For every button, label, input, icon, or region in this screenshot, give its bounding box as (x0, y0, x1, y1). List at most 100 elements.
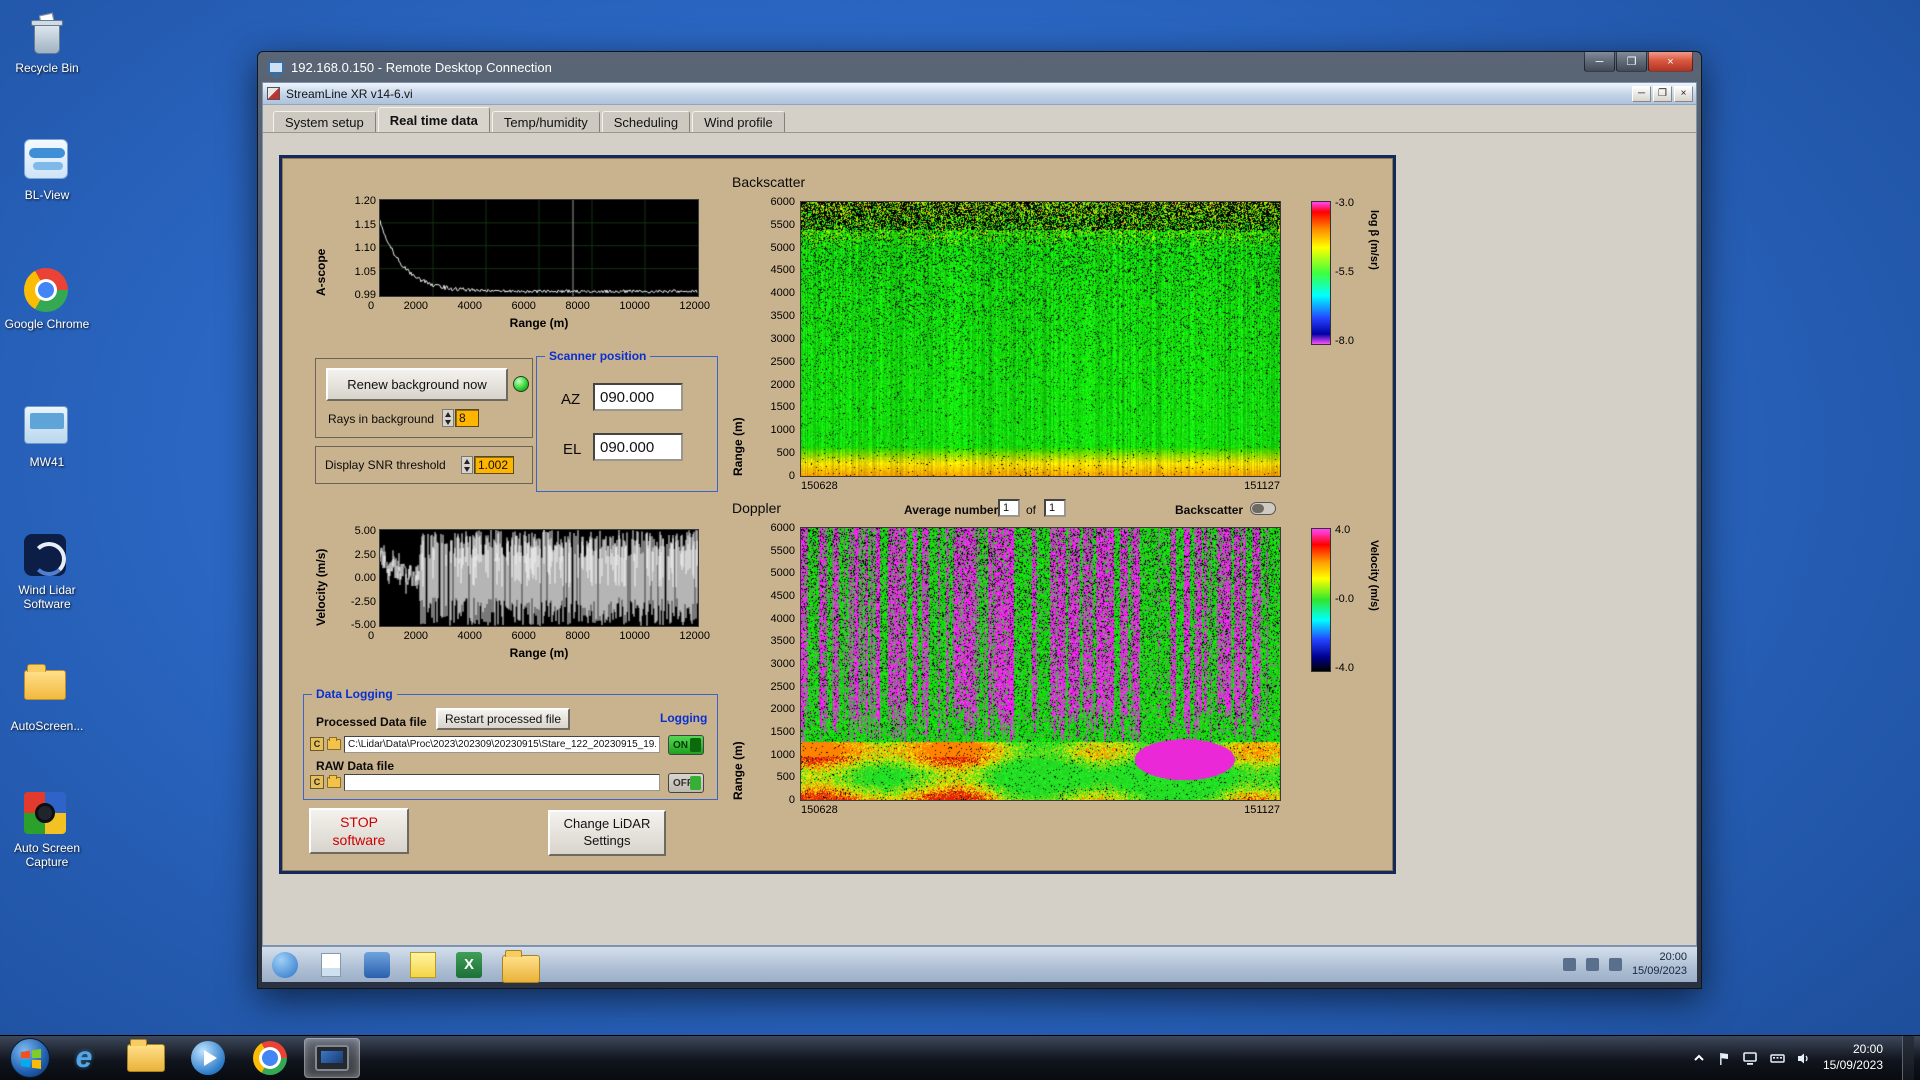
remote-tray-icon[interactable] (1562, 958, 1576, 971)
tab-temp-humidity[interactable]: Temp/humidity (491, 111, 600, 132)
remote-excel-icon[interactable]: X (456, 951, 482, 978)
remote-notes-icon[interactable] (410, 951, 436, 978)
ascope-y-ticks: 1.20 1.15 1.10 1.05 0.99 (336, 195, 376, 301)
taskbar-chrome[interactable] (242, 1038, 298, 1078)
axis-tick-label: 2.50 (354, 548, 376, 561)
el-input[interactable] (593, 433, 683, 461)
axis-tick-label: 5000 (770, 567, 795, 580)
axis-tick-label: 5.00 (354, 525, 376, 537)
tab-real-time-data[interactable]: Real time data (377, 107, 490, 132)
az-input[interactable] (593, 383, 683, 411)
remote-tray-icon[interactable] (1585, 958, 1599, 971)
desktop-icon-wind-lidar-software[interactable]: Wind Lidar Software (2, 532, 92, 612)
axis-tick-label: 10000 (619, 300, 650, 312)
streamline-close-button[interactable]: × (1674, 86, 1693, 102)
browse-folder-icon[interactable] (327, 775, 341, 788)
streamline-window-title: StreamLine XR v14-6.vi (286, 86, 413, 101)
el-label: EL (563, 441, 582, 458)
rdp-minimize-button[interactable]: ─ (1584, 52, 1615, 72)
desktop-icon-autoscreen[interactable]: AutoScreen... (2, 662, 92, 734)
doppler-colorbar (1311, 528, 1331, 672)
raw-path-input[interactable] (344, 774, 660, 791)
axis-tick-label: 0 (788, 793, 795, 806)
tray-flag-icon[interactable] (1717, 1051, 1732, 1066)
velocity-canvas (379, 529, 699, 627)
tray-chevron-icon[interactable] (1692, 1051, 1706, 1065)
tab-system-setup[interactable]: System setup (273, 111, 376, 132)
rays-value-field[interactable]: 8 (455, 409, 479, 427)
streamline-window: StreamLine XR v14-6.vi ─ ❐ × System setu… (262, 82, 1697, 946)
axis-tick-label: 1500 (770, 401, 795, 414)
stop-button-line2: software (332, 832, 386, 848)
desktop-icon-mw41[interactable]: MW41 (2, 402, 92, 470)
axis-tick-label: 1.10 (354, 242, 376, 254)
taskbar-clock[interactable]: 20:00 15/09/2023 (1823, 1042, 1891, 1073)
doppler-x-ticks: 150628 151127 (801, 804, 1280, 816)
browse-folder-icon[interactable] (327, 737, 341, 750)
colorbar-tick-label: -3.0 (1335, 197, 1354, 209)
axis-tick-label: 4000 (770, 612, 795, 625)
axis-tick-label: 2000 (770, 703, 795, 716)
processed-data-file-label: Processed Data file (316, 715, 427, 729)
rdp-close-button[interactable]: × (1648, 52, 1693, 72)
taskbar-remote-desktop-active[interactable] (304, 1038, 360, 1078)
tray-keyboard-icon[interactable] (1770, 1051, 1785, 1066)
renew-background-button[interactable]: Renew background now (326, 368, 508, 401)
axis-tick-label: 2500 (770, 355, 795, 368)
streamline-titlebar[interactable]: StreamLine XR v14-6.vi ─ ❐ × (263, 83, 1696, 105)
desktop-icon-bl-view[interactable]: BL-View (2, 136, 92, 203)
path-type-icon[interactable]: C (310, 775, 324, 789)
vi-icon (267, 87, 280, 100)
taskbar-file-explorer[interactable] (118, 1038, 174, 1078)
velocity-y-axis-label: Velocity (m/s) (314, 548, 328, 626)
restart-processed-file-button[interactable]: Restart processed file (436, 708, 570, 730)
ascope-plot: A-scope 1.20 1.15 1.10 1.05 0.99 0 2000 4000 60… (310, 190, 718, 350)
rdp-titlebar[interactable]: 192.168.0.150 - Remote Desktop Connectio… (262, 52, 1697, 82)
remote-folder-icon[interactable] (502, 949, 540, 983)
remote-app-icon[interactable] (364, 951, 390, 978)
rays-spinner[interactable] (442, 409, 454, 427)
remote-browser-icon[interactable] (272, 951, 298, 978)
remote-document-icon[interactable] (321, 952, 341, 977)
folder-icon (127, 1039, 165, 1072)
remote-clock[interactable]: 20:00 15/09/2023 (1632, 951, 1687, 979)
axis-tick-label: 1.20 (354, 195, 376, 207)
desktop-icon-google-chrome[interactable]: Google Chrome (2, 268, 92, 332)
taskbar-internet-explorer[interactable]: e (56, 1038, 112, 1078)
streamline-restore-button[interactable]: ❐ (1653, 86, 1672, 102)
axis-tick-label: 5500 (770, 218, 795, 231)
processed-logging-toggle[interactable]: ON (668, 735, 704, 755)
stop-software-button[interactable]: STOP software (309, 808, 409, 854)
backscatter-display-toggle[interactable] (1250, 502, 1276, 515)
path-type-icon[interactable]: C (310, 737, 324, 751)
average-number-input[interactable] (998, 499, 1020, 517)
average-count-input[interactable] (1044, 499, 1066, 517)
tray-network-icon[interactable] (1743, 1051, 1759, 1066)
streamline-minimize-button[interactable]: ─ (1632, 86, 1651, 102)
snr-spinner[interactable] (461, 456, 473, 474)
start-button[interactable] (10, 1038, 50, 1078)
desktop-icon-recycle-bin[interactable]: Recycle Bin (2, 12, 92, 76)
scanner-position-title: Scanner position (545, 349, 651, 363)
snr-value-field[interactable]: 1.002 (474, 456, 514, 474)
raw-logging-toggle[interactable]: OFF (668, 773, 704, 793)
change-lidar-settings-button[interactable]: Change LiDAR Settings (548, 810, 666, 856)
desktop-icon-label: BL-View (24, 188, 70, 202)
colorbar-tick-label: -8.0 (1335, 335, 1354, 347)
show-desktop-button[interactable] (1902, 1035, 1914, 1080)
tab-scheduling[interactable]: Scheduling (601, 111, 691, 132)
axis-tick-label: 8000 (565, 300, 590, 312)
rays-in-background-label: Rays in background (328, 412, 435, 426)
data-logging-title: Data Logging (312, 687, 397, 701)
rdp-maximize-button[interactable]: ❐ (1616, 52, 1647, 72)
processed-path-input[interactable] (344, 736, 660, 753)
desktop-icon-label: Wind Lidar Software (18, 583, 76, 611)
desktop-icon-auto-screen-capture[interactable]: Auto Screen Capture (2, 790, 92, 870)
remote-tray-icon[interactable] (1608, 958, 1622, 971)
taskbar-media-player[interactable] (180, 1038, 236, 1078)
host-taskbar: e 20:00 15/09/2023 (0, 1035, 1920, 1080)
change-button-line1: Change LiDAR (563, 816, 651, 832)
tab-wind-profile[interactable]: Wind profile (692, 111, 785, 132)
tray-volume-icon[interactable] (1796, 1051, 1812, 1066)
axis-tick-label: 6000 (770, 522, 795, 534)
